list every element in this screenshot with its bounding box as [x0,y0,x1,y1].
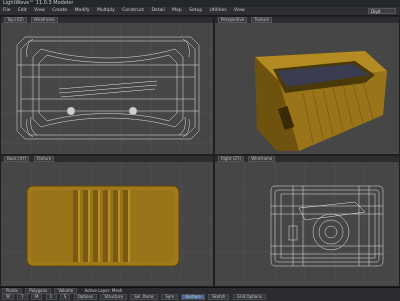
status-bar: Points Polygons Volume Active Layer: Mes… [0,287,400,301]
menu-item-construct[interactable]: Construct [119,7,147,15]
menu-item-map[interactable]: Map [169,7,185,15]
menu-item-utilities[interactable]: Utilities [207,7,230,15]
active-layer-label: Active Layer: Mesh [84,288,123,293]
sel-items-button[interactable]: Sel. Items [130,294,159,300]
sym-button[interactable]: Sym [161,294,179,300]
c-button[interactable]: C [45,294,57,300]
status-row-2: W T M C S Options Structure Sel. Items S… [0,294,400,300]
viewport-right[interactable]: Right (ZY) Wireframe [214,155,400,287]
menu-item-detail[interactable]: Detail [148,7,167,15]
hole-marker [66,106,76,116]
wireframe-mesh [270,185,384,267]
menu-item-create[interactable]: Create [49,7,70,15]
viewport-canvas [1,162,213,286]
menu-item-view[interactable]: View [31,7,48,15]
viewport-top[interactable]: Top (XZ) Wireframe [0,16,214,155]
viewport-canvas [215,162,399,286]
wireframe-mesh [16,36,200,140]
sketch-button[interactable]: Sketch [207,294,230,300]
viewport-perspective[interactable]: Perspective Texture [214,16,400,155]
sharpener-model [26,185,180,267]
viewport-canvas [1,23,213,154]
window-title: LightWave™ 11.0.3 Modeler [3,0,74,6]
menu-item-edit[interactable]: Edit [15,7,30,15]
title-bar: LightWave™ 11.0.3 Modeler [0,0,400,7]
t-button[interactable]: T [17,294,28,300]
s-button[interactable]: S [59,294,71,300]
grid-options-button[interactable]: Grid Options [232,294,266,300]
structure-button[interactable]: Structure [100,294,127,300]
options-button[interactable]: Options [73,294,98,300]
w-button[interactable]: W [2,294,14,300]
menu-item-modify[interactable]: Modify [72,7,93,15]
sharpener-model [255,51,387,151]
mode-select[interactable]: Digit [368,8,396,14]
menu-item-multiply[interactable]: Multiply [94,7,118,15]
menu-bar: File Edit View Create Modify Multiply Co… [0,7,400,16]
menu-item-setup[interactable]: Setup [186,7,205,15]
hole-marker [128,106,138,116]
viewport-canvas [255,51,387,151]
m-button[interactable]: M [30,294,43,300]
surface-button[interactable]: Surface [181,294,205,300]
menu-item-view-2[interactable]: View [231,7,248,15]
viewport-back[interactable]: Back (XY) Texture [0,155,214,287]
menu-item-file[interactable]: File [0,7,14,15]
